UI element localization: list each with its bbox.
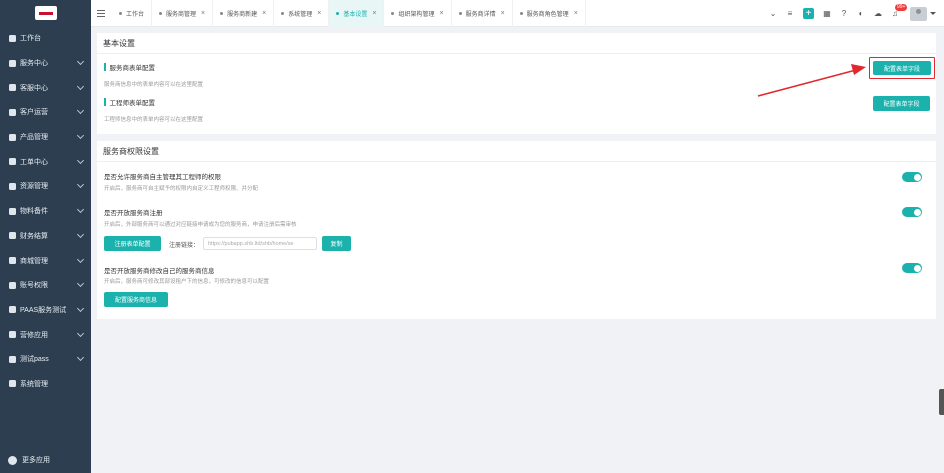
scroll-handle[interactable] bbox=[939, 389, 944, 415]
annotation-arrow bbox=[757, 64, 866, 97]
